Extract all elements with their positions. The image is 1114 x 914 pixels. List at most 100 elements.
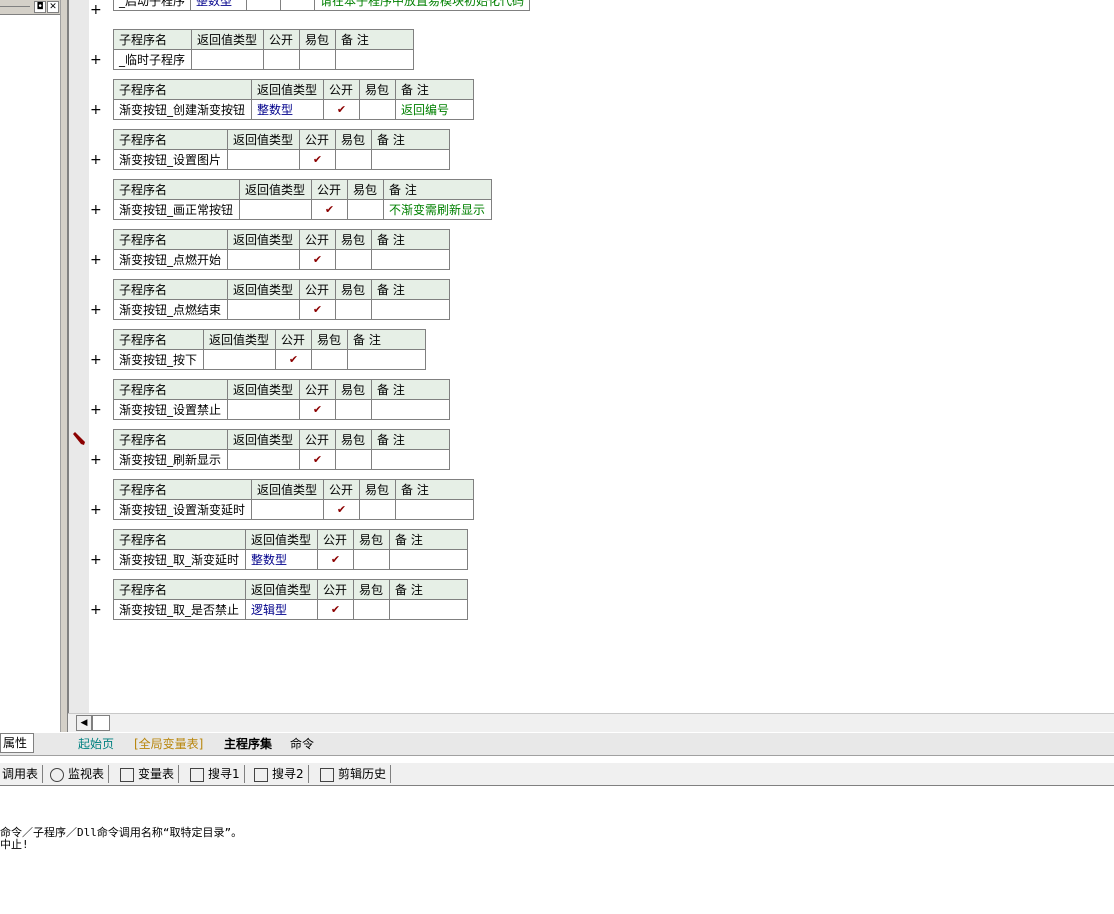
close-icon[interactable]: ✕: [47, 1, 59, 13]
var-table-button[interactable]: 变量表: [120, 765, 180, 783]
return-type[interactable]: [227, 249, 300, 270]
search2-button[interactable]: 搜寻2: [254, 765, 309, 783]
subprogram-name[interactable]: 渐变按钮_点燃结束: [113, 299, 228, 320]
return-type[interactable]: 整数型: [245, 549, 318, 570]
tab-main-program[interactable]: 主程序集: [224, 735, 272, 753]
expand-plus-icon[interactable]: +: [90, 553, 102, 567]
subprogram-name[interactable]: 渐变按钮_取_渐变延时: [113, 549, 246, 570]
return-type[interactable]: 整数型: [251, 99, 324, 120]
public-flag[interactable]: [246, 0, 282, 11]
expand-plus-icon[interactable]: +: [90, 503, 102, 517]
expand-plus-icon[interactable]: +: [90, 3, 102, 17]
expand-plus-icon[interactable]: +: [90, 403, 102, 417]
return-type[interactable]: 整数型: [190, 0, 248, 11]
public-flag[interactable]: ✔: [299, 449, 336, 470]
public-flag[interactable]: ✔: [275, 349, 312, 370]
subprogram-table: _启动子程序 整数型 请在本子程序中放置易模块初始化代码: [112, 0, 531, 11]
header-note: 备 注: [389, 529, 468, 550]
easy-pack-flag[interactable]: [335, 149, 372, 170]
easy-pack-flag[interactable]: [347, 199, 384, 220]
easy-pack-flag[interactable]: [335, 249, 372, 270]
return-type[interactable]: [227, 449, 300, 470]
subprogram-note[interactable]: [347, 349, 426, 370]
return-type[interactable]: [203, 349, 276, 370]
tab-start-page[interactable]: 起始页: [78, 735, 114, 753]
return-type[interactable]: [227, 399, 300, 420]
tab-global-vars[interactable]: [全局变量表]: [134, 735, 203, 753]
subprogram-name[interactable]: 渐变按钮_取_是否禁止: [113, 599, 246, 620]
return-type[interactable]: [251, 499, 324, 520]
subprogram-name[interactable]: 渐变按钮_设置禁止: [113, 399, 228, 420]
public-flag[interactable]: ✔: [299, 249, 336, 270]
subprogram-name[interactable]: 渐变按钮_刷新显示: [113, 449, 228, 470]
public-flag[interactable]: ✔: [317, 549, 354, 570]
easy-pack-flag[interactable]: [359, 499, 396, 520]
subprogram-note[interactable]: 返回编号: [395, 99, 474, 120]
subprogram-name[interactable]: 渐变按钮_设置渐变延时: [113, 499, 252, 520]
easy-pack-flag[interactable]: [299, 49, 336, 70]
subprogram-note[interactable]: [389, 599, 468, 620]
subprogram-name[interactable]: 渐变按钮_点燃开始: [113, 249, 228, 270]
expand-plus-icon[interactable]: +: [90, 203, 102, 217]
return-type[interactable]: 逻辑型: [245, 599, 318, 620]
restore-icon[interactable]: ◘: [34, 1, 46, 13]
subprogram-note[interactable]: [371, 249, 450, 270]
public-flag[interactable]: ✔: [323, 499, 360, 520]
expand-plus-icon[interactable]: +: [90, 603, 102, 617]
subprogram-name[interactable]: _临时子程序: [113, 49, 192, 70]
clip-history-button[interactable]: 剪辑历史: [320, 765, 392, 783]
subprogram-note[interactable]: [371, 299, 450, 320]
subprogram-note[interactable]: [389, 549, 468, 570]
public-flag[interactable]: ✔: [299, 399, 336, 420]
expand-plus-icon[interactable]: +: [90, 53, 102, 67]
expand-plus-icon[interactable]: +: [90, 103, 102, 117]
call-table-button[interactable]: 调用表: [2, 765, 44, 783]
easy-pack-flag[interactable]: [335, 299, 372, 320]
expand-plus-icon[interactable]: +: [90, 303, 102, 317]
tab-command[interactable]: 命令: [290, 735, 314, 753]
bottom-toolbar: 调用表 监视表 变量表 搜寻1 搜寻2 剪辑历史: [0, 763, 1114, 786]
easy-pack-flag[interactable]: [359, 99, 396, 120]
subprogram-note[interactable]: [335, 49, 414, 70]
tab-properties[interactable]: 属性: [0, 733, 34, 753]
subprogram-name[interactable]: 渐变按钮_设置图片: [113, 149, 228, 170]
watch-table-button[interactable]: 监视表: [50, 765, 110, 783]
scroll-thumb[interactable]: [92, 715, 110, 731]
expand-plus-icon[interactable]: +: [90, 453, 102, 467]
subprogram-note[interactable]: 不渐变需刷新显示: [383, 199, 492, 220]
easy-pack-flag[interactable]: [311, 349, 348, 370]
easy-pack-flag[interactable]: [335, 449, 372, 470]
search-doc-icon: [254, 767, 268, 782]
subprogram-note[interactable]: [371, 449, 450, 470]
subprogram-name[interactable]: 渐变按钮_创建渐变按钮: [113, 99, 252, 120]
subprogram-name[interactable]: 渐变按钮_按下: [113, 349, 204, 370]
scroll-left-icon[interactable]: ◀: [76, 715, 92, 731]
search1-button[interactable]: 搜寻1: [190, 765, 245, 783]
public-flag[interactable]: ✔: [299, 149, 336, 170]
return-type[interactable]: [227, 149, 300, 170]
return-type[interactable]: [239, 199, 312, 220]
horizontal-scrollbar[interactable]: ◀: [68, 713, 1114, 732]
public-flag[interactable]: ✔: [317, 599, 354, 620]
subprogram-note[interactable]: 请在本子程序中放置易模块初始化代码: [314, 0, 531, 11]
return-type[interactable]: [191, 49, 264, 70]
expand-plus-icon[interactable]: +: [90, 253, 102, 267]
easy-pack-flag[interactable]: [280, 0, 316, 11]
panel-splitter[interactable]: [61, 0, 68, 732]
expand-plus-icon[interactable]: +: [90, 153, 102, 167]
public-flag[interactable]: ✔: [299, 299, 336, 320]
easy-pack-flag[interactable]: [335, 399, 372, 420]
easy-pack-flag[interactable]: [353, 599, 390, 620]
public-flag[interactable]: ✔: [323, 99, 360, 120]
header-public: 公开: [317, 579, 354, 600]
subprogram-name[interactable]: 渐变按钮_画正常按钮: [113, 199, 240, 220]
public-flag[interactable]: ✔: [311, 199, 348, 220]
subprogram-note[interactable]: [371, 399, 450, 420]
easy-pack-flag[interactable]: [353, 549, 390, 570]
subprogram-note[interactable]: [395, 499, 474, 520]
public-flag[interactable]: [263, 49, 300, 70]
subprogram-note[interactable]: [371, 149, 450, 170]
expand-plus-icon[interactable]: +: [90, 353, 102, 367]
return-type[interactable]: [227, 299, 300, 320]
subprogram-name[interactable]: _启动子程序: [112, 0, 192, 11]
